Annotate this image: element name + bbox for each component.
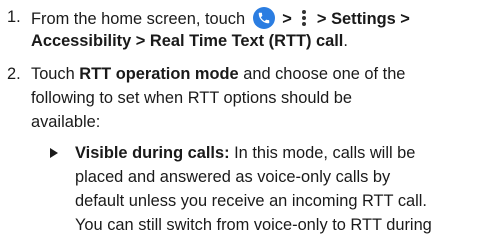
more-options-icon: [300, 8, 308, 28]
bullet-line-1-rest: In this mode, calls will be: [229, 144, 416, 162]
step-1-number: 1.: [7, 8, 21, 26]
step-1-prefix: From the home screen, touch: [31, 10, 246, 28]
step-2-line-1-rest: and choose one of the: [238, 65, 406, 83]
bullet-line-2: placed and answered as voice-only calls …: [75, 168, 391, 186]
bullet-line-4: You can still switch from voice-only to …: [75, 216, 432, 234]
step-2-line-1: Touch RTT operation mode and choose one …: [31, 64, 405, 84]
phone-icon: [252, 7, 275, 29]
step-2-touch: Touch: [31, 65, 80, 83]
step-1-end: .: [343, 32, 348, 50]
step-1-sep-1: >: [282, 10, 292, 28]
step-1-line-1: From the home screen, touch > > Settings…: [31, 7, 410, 29]
step-1-line-2: Accessibility > Real Time Text (RTT) cal…: [31, 31, 348, 51]
bullet-line-1: Visible during calls: In this mode, call…: [75, 143, 415, 163]
step-1-sep-3: >: [400, 10, 410, 28]
step-1-settings: Settings: [331, 10, 396, 28]
step-1-sep-2: >: [316, 10, 327, 28]
step-2-line-2: following to set when RTT options should…: [31, 89, 353, 107]
triangle-bullet-icon: [50, 148, 58, 158]
step-1-sep-4: >: [135, 32, 146, 50]
step-2-rtt-mode: RTT operation mode: [79, 65, 239, 83]
instruction-list: 1. From the home screen, touch > > Setti…: [0, 0, 479, 240]
step-2-number: 2.: [7, 65, 21, 83]
step-2-line-3: available:: [31, 113, 101, 131]
bullet-line-3: default unless you receive an incoming R…: [75, 192, 427, 210]
bullet-title: Visible during calls:: [75, 144, 230, 162]
step-1-rtt-call: Real Time Text (RTT) call: [149, 32, 344, 50]
step-1-accessibility: Accessibility: [31, 32, 132, 50]
